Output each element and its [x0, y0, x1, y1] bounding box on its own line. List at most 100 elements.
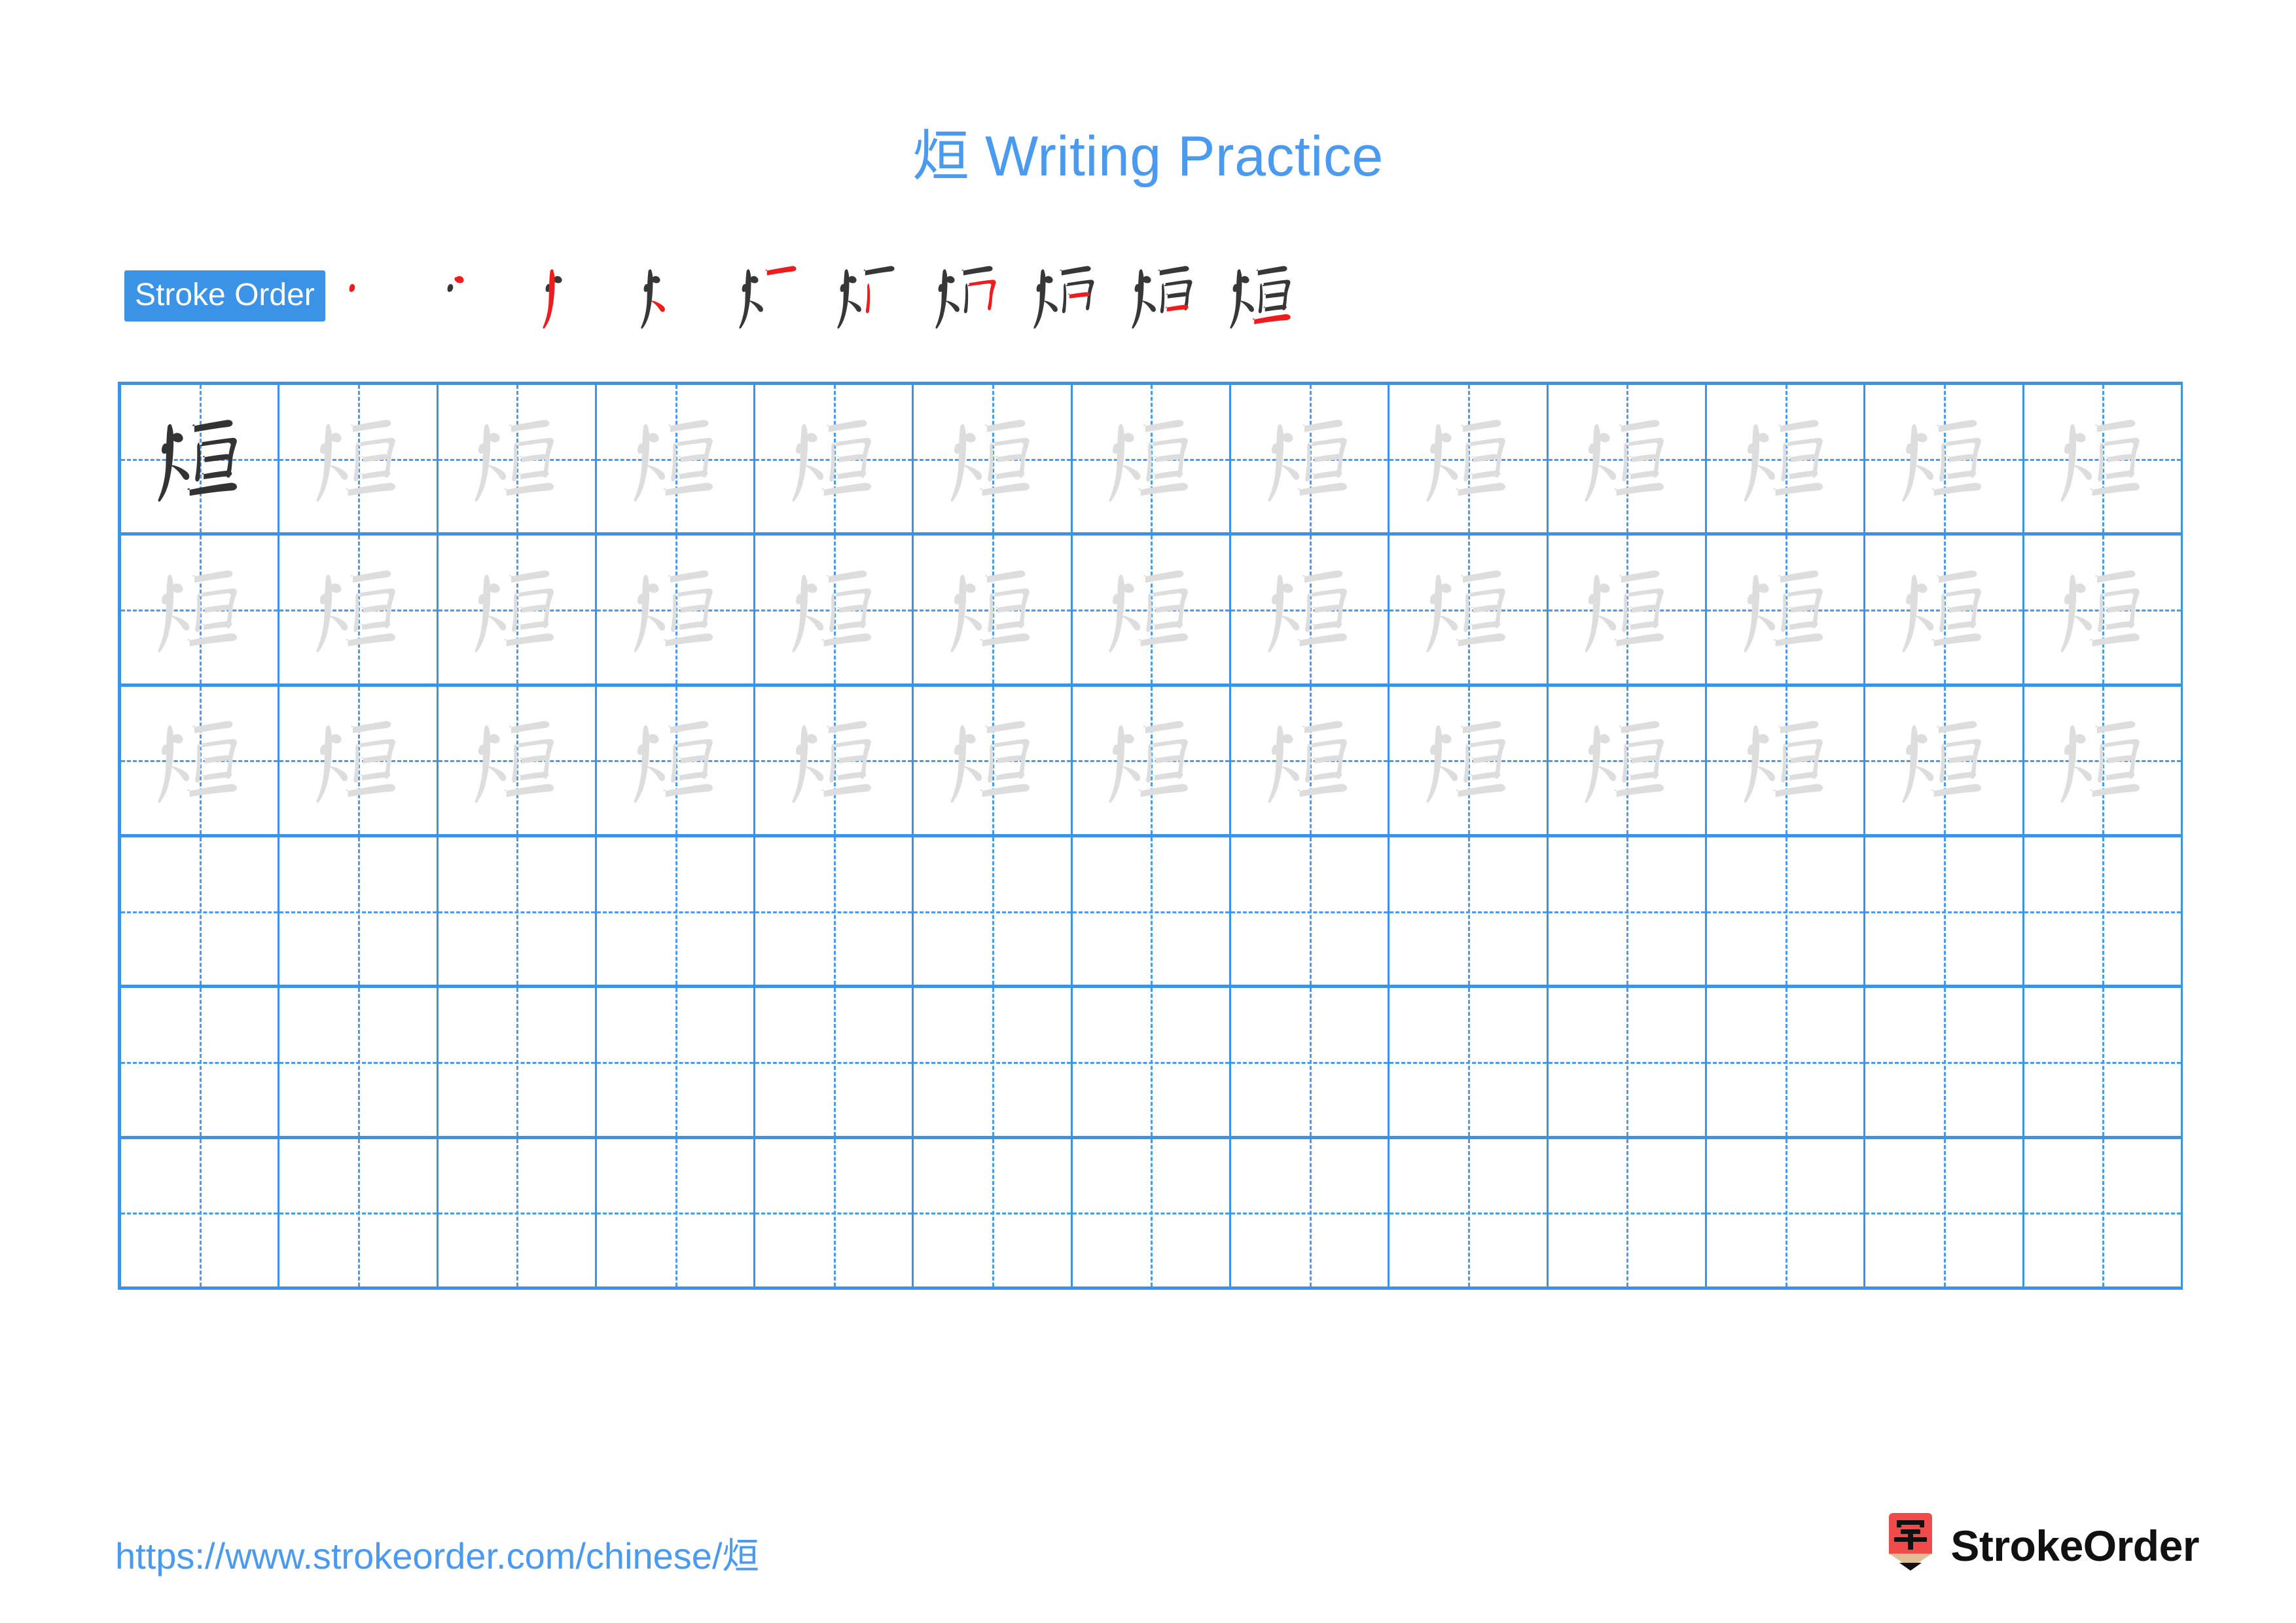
practice-cell-trace[interactable] — [1231, 686, 1390, 834]
practice-cell-trace[interactable] — [1548, 385, 1707, 533]
practice-cell-trace[interactable] — [1390, 536, 1549, 684]
practice-cell-trace[interactable] — [1072, 385, 1232, 533]
practice-cell-trace[interactable] — [438, 385, 597, 533]
practice-cell-empty[interactable] — [438, 837, 597, 985]
trace-character — [1231, 536, 1388, 683]
practice-cell-empty[interactable] — [914, 988, 1073, 1136]
practice-cell-empty[interactable] — [914, 1139, 1073, 1286]
practice-cell-trace[interactable] — [1231, 385, 1390, 533]
practice-cell-empty[interactable] — [279, 1139, 439, 1286]
trace-character — [279, 536, 436, 683]
practice-cell-empty[interactable] — [2024, 1139, 2183, 1286]
practice-cell-empty[interactable] — [1390, 1139, 1549, 1286]
practice-cell-trace[interactable] — [1706, 385, 1866, 533]
practice-cell-trace[interactable] — [121, 536, 280, 684]
practice-cell-trace[interactable] — [1072, 536, 1232, 684]
practice-cell-empty[interactable] — [914, 837, 1073, 985]
practice-cell-empty[interactable] — [438, 1139, 597, 1286]
practice-cell-empty[interactable] — [596, 837, 756, 985]
trace-character — [439, 536, 595, 683]
page-title: 烜 Writing Practice — [912, 125, 1384, 188]
practice-cell-model[interactable] — [121, 385, 280, 533]
practice-cell-trace[interactable] — [2024, 536, 2183, 684]
practice-cell-empty[interactable] — [121, 837, 280, 985]
practice-cell-trace[interactable] — [279, 536, 439, 684]
practice-grid-row — [121, 988, 2183, 1139]
practice-cell-trace[interactable] — [1072, 686, 1232, 834]
practice-cell-trace[interactable] — [914, 536, 1073, 684]
practice-cell-empty[interactable] — [1706, 837, 1866, 985]
practice-cell-trace[interactable] — [755, 385, 914, 533]
practice-cell-empty[interactable] — [2024, 988, 2183, 1136]
practice-cell-empty[interactable] — [1548, 988, 1707, 1136]
practice-cell-empty[interactable] — [438, 988, 597, 1136]
practice-cell-empty[interactable] — [596, 1139, 756, 1286]
practice-cell-trace[interactable] — [438, 536, 597, 684]
trace-character — [1390, 385, 1546, 532]
practice-cell-empty[interactable] — [1231, 988, 1390, 1136]
practice-cell-empty[interactable] — [121, 988, 280, 1136]
practice-cell-trace[interactable] — [2024, 686, 2183, 834]
practice-cell-trace[interactable] — [1706, 686, 1866, 834]
practice-cell-empty[interactable] — [1231, 1139, 1390, 1286]
practice-cell-trace[interactable] — [1865, 686, 2024, 834]
practice-cell-trace[interactable] — [2024, 385, 2183, 533]
practice-cell-empty[interactable] — [1390, 988, 1549, 1136]
practice-cell-trace[interactable] — [279, 385, 439, 533]
trace-character — [1073, 385, 1229, 532]
practice-cell-empty[interactable] — [596, 988, 756, 1136]
practice-cell-trace[interactable] — [279, 686, 439, 834]
practice-cell-trace[interactable] — [1865, 536, 2024, 684]
practice-cell-trace[interactable] — [755, 536, 914, 684]
practice-cell-empty[interactable] — [755, 1139, 914, 1286]
practice-grid-row — [121, 837, 2183, 989]
stroke-step-7 — [918, 247, 1016, 345]
practice-cell-trace[interactable] — [596, 536, 756, 684]
practice-cell-trace[interactable] — [438, 686, 597, 834]
practice-cell-empty[interactable] — [1072, 988, 1232, 1136]
practice-cell-trace[interactable] — [596, 385, 756, 533]
practice-cell-empty[interactable] — [1706, 1139, 1866, 1286]
brand-logo[interactable]: StrokeOrder — [1885, 1510, 2199, 1582]
practice-cell-trace[interactable] — [914, 686, 1073, 834]
trace-character — [2024, 536, 2181, 683]
practice-cell-trace[interactable] — [1548, 536, 1707, 684]
practice-cell-empty[interactable] — [1072, 1139, 1232, 1286]
practice-cell-empty[interactable] — [1231, 837, 1390, 985]
practice-cell-empty[interactable] — [1548, 1139, 1707, 1286]
practice-cell-trace[interactable] — [1231, 536, 1390, 684]
practice-cell-empty[interactable] — [2024, 837, 2183, 985]
stroke-order-badge: Stroke Order — [124, 270, 325, 321]
footer-url-link[interactable]: https://www.strokeorder.com/chinese/烜 — [115, 1527, 759, 1580]
practice-cell-empty[interactable] — [1865, 988, 2024, 1136]
practice-cell-empty[interactable] — [1072, 837, 1232, 985]
practice-cell-trace[interactable] — [121, 686, 280, 834]
practice-cell-empty[interactable] — [121, 1139, 280, 1286]
trace-character — [1865, 536, 2022, 683]
practice-cell-trace[interactable] — [914, 385, 1073, 533]
trace-character — [279, 385, 436, 532]
practice-cell-trace[interactable] — [1548, 686, 1707, 834]
trace-character — [597, 536, 753, 683]
practice-cell-empty[interactable] — [1706, 988, 1866, 1136]
trace-character — [439, 687, 595, 834]
practice-cell-empty[interactable] — [1548, 837, 1707, 985]
practice-cell-empty[interactable] — [1865, 837, 2024, 985]
practice-cell-trace[interactable] — [755, 686, 914, 834]
trace-character — [755, 687, 912, 834]
practice-cell-empty[interactable] — [755, 837, 914, 985]
practice-cell-empty[interactable] — [1865, 1139, 2024, 1286]
practice-cell-empty[interactable] — [755, 988, 914, 1136]
practice-grid — [118, 382, 2183, 1290]
practice-cell-trace[interactable] — [1390, 686, 1549, 834]
practice-cell-trace[interactable] — [1865, 385, 2024, 533]
practice-cell-trace[interactable] — [596, 686, 756, 834]
practice-cell-empty[interactable] — [279, 837, 439, 985]
practice-cell-empty[interactable] — [279, 988, 439, 1136]
practice-cell-empty[interactable] — [1390, 837, 1549, 985]
practice-cell-trace[interactable] — [1390, 385, 1549, 533]
trace-character — [439, 385, 595, 532]
practice-cell-trace[interactable] — [1706, 536, 1866, 684]
trace-character — [1707, 385, 1863, 532]
trace-character — [121, 687, 278, 834]
